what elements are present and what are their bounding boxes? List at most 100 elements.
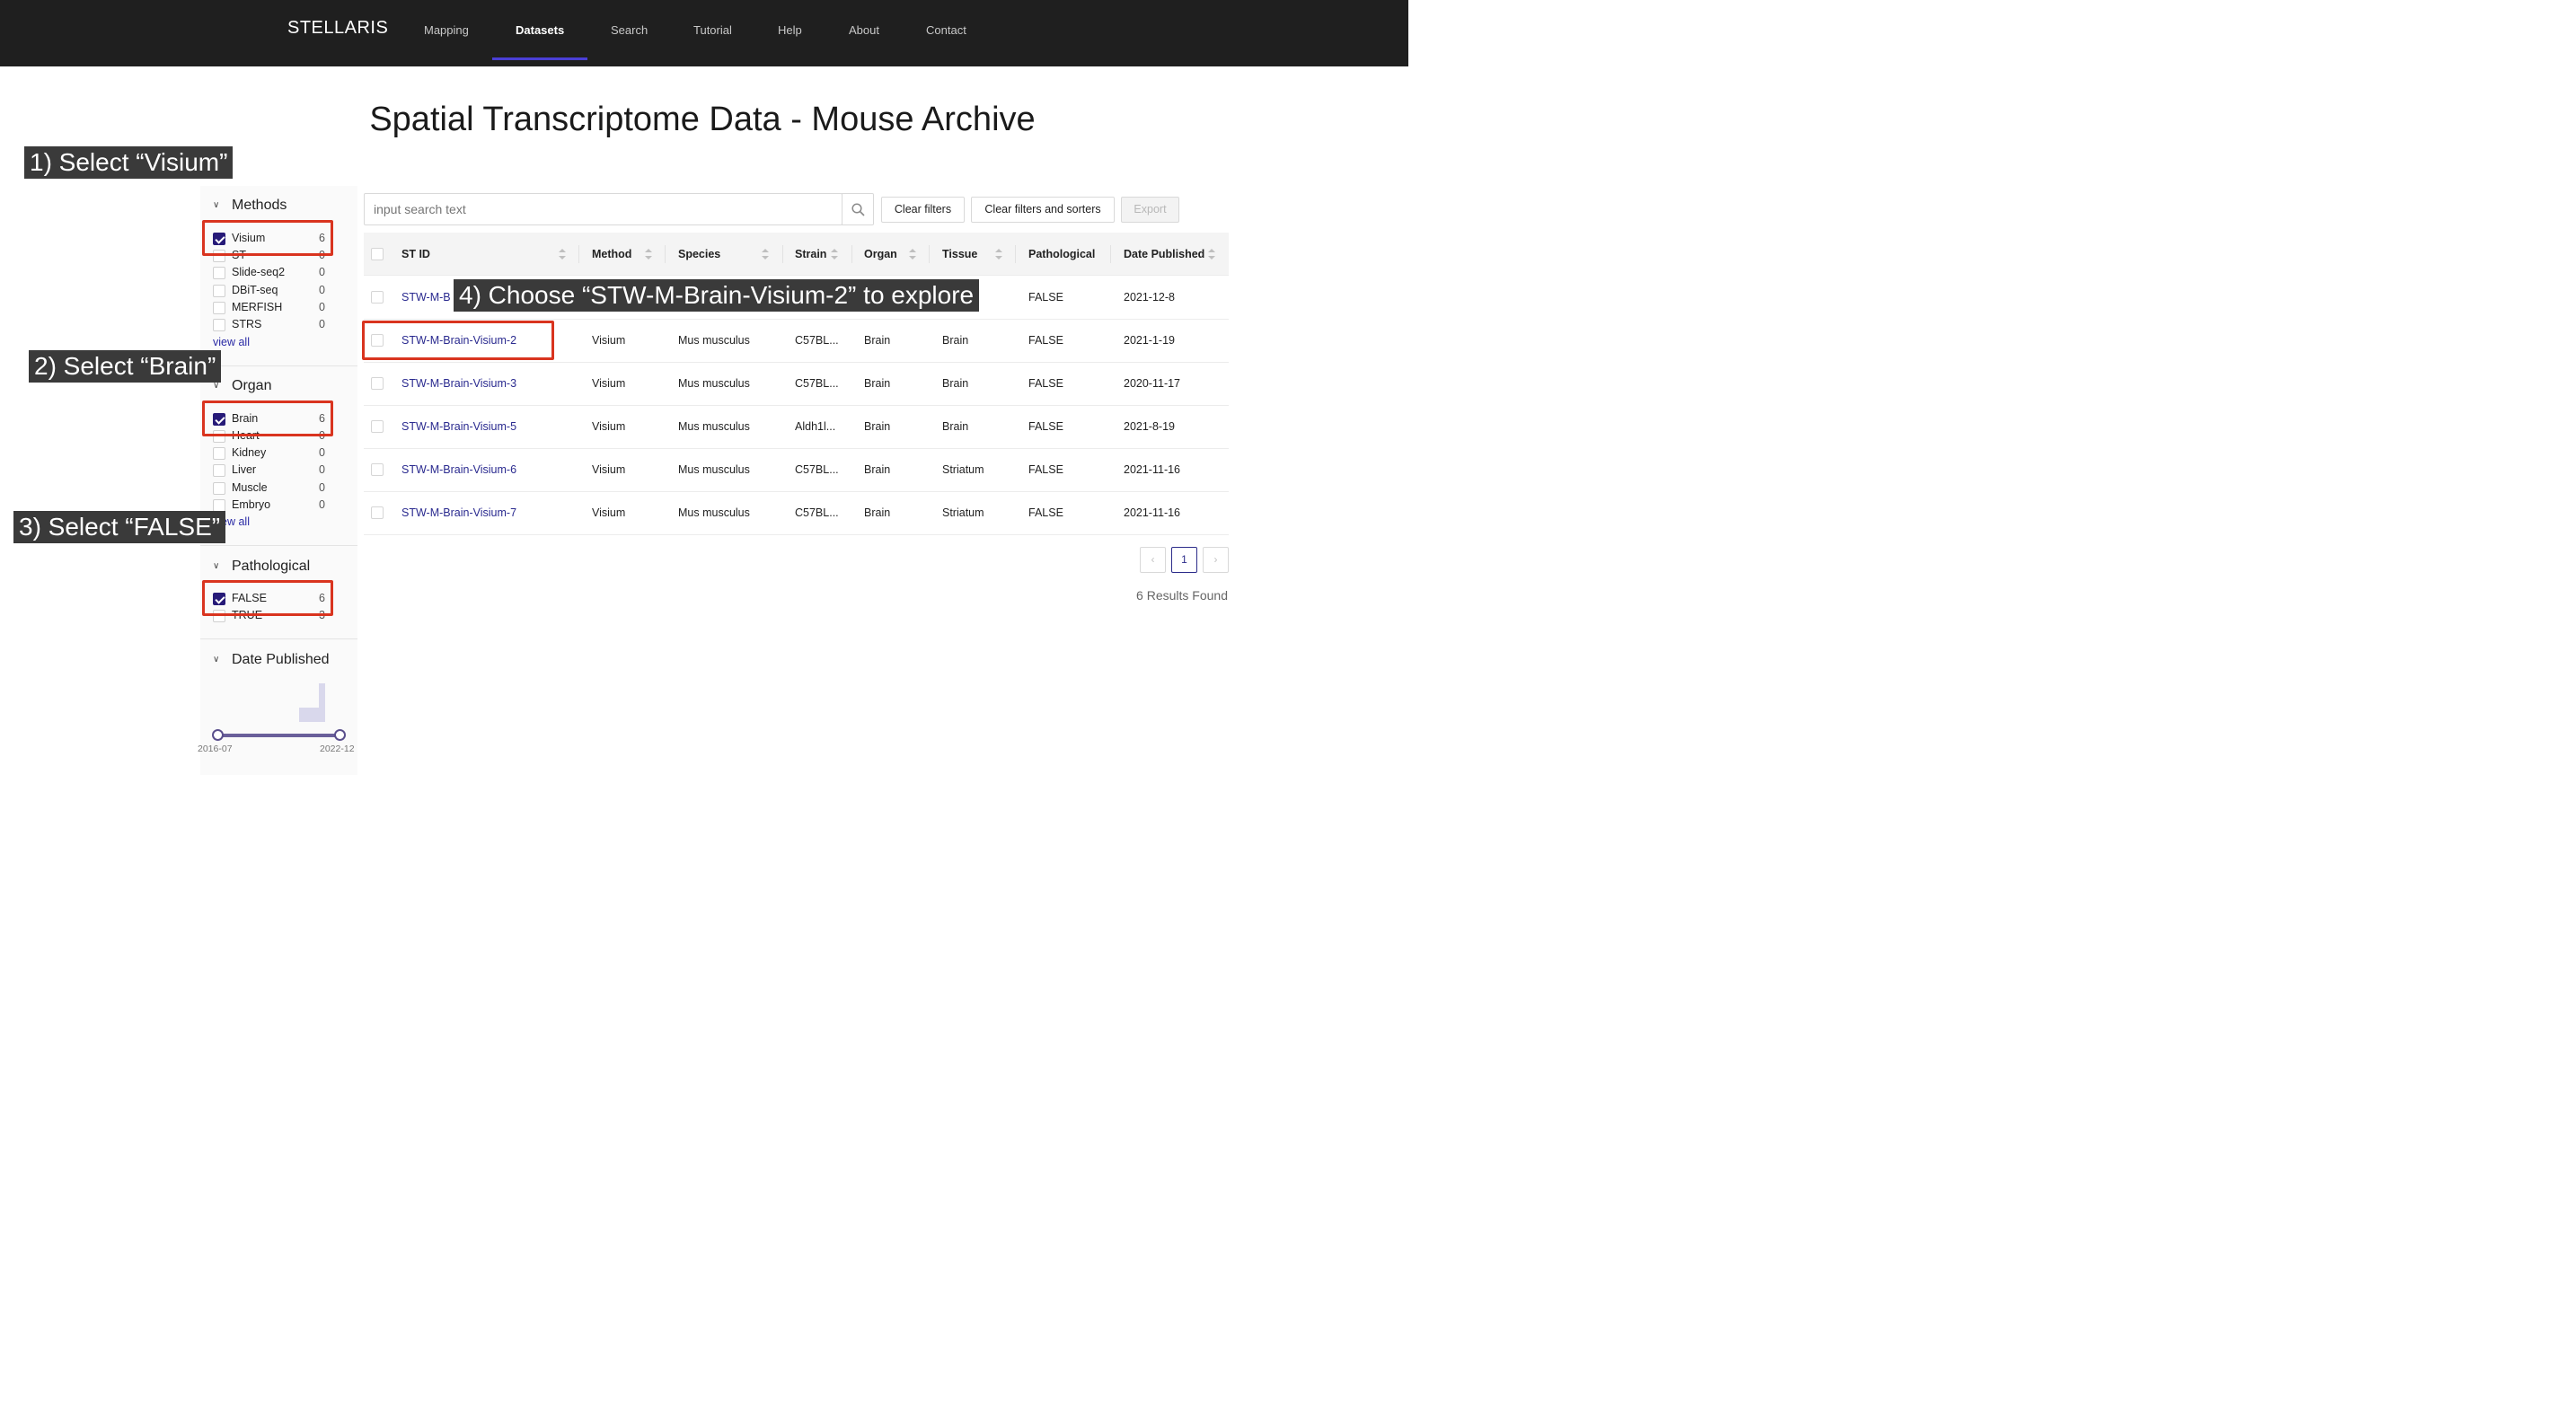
cell-pathological: FALSE	[1028, 420, 1063, 433]
date-slider-track[interactable]	[217, 734, 340, 737]
sort-icon[interactable]	[1208, 249, 1215, 260]
column-header-date-published[interactable]: Date Published	[1124, 248, 1204, 260]
date-slider-end-handle[interactable]	[334, 729, 346, 741]
pagination-prev-button[interactable]: ‹	[1140, 547, 1166, 573]
search-input[interactable]	[364, 193, 842, 225]
facet-organ-header[interactable]: ∨ Organ	[213, 378, 271, 394]
st-id-link[interactable]: STW-M-Brain-Visium-6	[401, 463, 516, 476]
divider	[200, 638, 357, 639]
nav-item-mapping[interactable]: Mapping	[424, 23, 469, 37]
cell-method: Visium	[592, 377, 626, 390]
column-separator	[578, 245, 579, 263]
checkbox[interactable]	[213, 464, 225, 477]
filter-label: Liver	[232, 463, 257, 476]
filter-option-kidney[interactable]: Kidney 0	[213, 445, 325, 462]
st-id-link[interactable]: STW-M-Brain-Visium-3	[401, 377, 516, 390]
row-divider	[364, 362, 1229, 363]
export-button[interactable]: Export	[1121, 197, 1179, 223]
cell-tissue: Striatum	[942, 506, 984, 519]
nav-item-help[interactable]: Help	[778, 23, 802, 37]
cell-strain: C57BL...	[795, 463, 839, 476]
clear-filters-button[interactable]: Clear filters	[881, 197, 965, 223]
filter-option-embryo[interactable]: Embryo 0	[213, 497, 325, 514]
checkbox[interactable]	[213, 499, 225, 512]
filter-option-merfish[interactable]: MERFISH 0	[213, 300, 325, 316]
divider	[200, 365, 357, 366]
filter-count: 0	[319, 301, 325, 313]
sort-icon[interactable]	[762, 249, 769, 260]
st-id-link[interactable]: STW-M-Brain-Visium-7	[401, 506, 516, 519]
st-id-link[interactable]: STW-M-Brain-Visium-5	[401, 420, 516, 433]
column-header-pathological[interactable]: Pathological	[1028, 248, 1095, 260]
column-header-organ[interactable]: Organ	[864, 248, 897, 260]
facet-methods-header[interactable]: ∨ Methods	[213, 198, 287, 214]
sort-icon[interactable]	[559, 249, 566, 260]
column-header-method[interactable]: Method	[592, 248, 631, 260]
checkbox[interactable]	[213, 267, 225, 279]
pagination-page-1[interactable]: 1	[1171, 547, 1197, 573]
select-all-checkbox[interactable]	[371, 248, 384, 260]
cell-method: Visium	[592, 506, 626, 519]
cell-method: Visium	[592, 334, 626, 347]
brand-logo[interactable]: STELLARIS	[287, 18, 388, 39]
sort-icon[interactable]	[909, 249, 916, 260]
date-histogram-bar	[319, 683, 325, 722]
column-header-strain[interactable]: Strain	[795, 248, 826, 260]
nav-item-tutorial[interactable]: Tutorial	[693, 23, 732, 37]
date-range-end-label: 2022-12	[320, 744, 355, 754]
filter-option-liver[interactable]: Liver 0	[213, 462, 325, 479]
nav-item-search[interactable]: Search	[611, 23, 648, 37]
filter-option-muscle[interactable]: Muscle 0	[213, 480, 325, 497]
cell-date: 2021-11-16	[1124, 463, 1181, 476]
search-button[interactable]	[842, 193, 874, 225]
cell-strain: Aldh1l...	[795, 420, 836, 433]
cell-species: Mus musculus	[678, 463, 750, 476]
cell-organ: Brain	[864, 334, 891, 347]
nav-item-contact[interactable]: Contact	[926, 23, 966, 37]
filter-option-strs[interactable]: STRS 0	[213, 317, 325, 333]
checkbox[interactable]	[213, 319, 225, 331]
st-id-link[interactable]: STW-M-B	[401, 291, 451, 304]
row-checkbox[interactable]	[371, 463, 384, 476]
filter-count: 0	[319, 463, 325, 476]
row-checkbox[interactable]	[371, 291, 384, 304]
filter-option-slide-seq2[interactable]: Slide-seq2 0	[213, 265, 325, 281]
filter-option-dbit-seq[interactable]: DBiT-seq 0	[213, 283, 325, 299]
sort-icon[interactable]	[645, 249, 652, 260]
column-header-species[interactable]: Species	[678, 248, 720, 260]
cell-species: Mus musculus	[678, 377, 750, 390]
row-checkbox[interactable]	[371, 377, 384, 390]
nav-item-about[interactable]: About	[849, 23, 879, 37]
cell-strain: C57BL...	[795, 506, 839, 519]
column-separator	[851, 245, 852, 263]
row-checkbox[interactable]	[371, 506, 384, 519]
row-divider	[364, 534, 1229, 535]
nav-item-datasets[interactable]: Datasets	[516, 23, 564, 37]
checkbox[interactable]	[213, 302, 225, 314]
facet-date-header[interactable]: ∨ Date Published	[213, 652, 330, 668]
cell-organ: Brain	[864, 463, 891, 476]
results-count: 6 Results Found	[1136, 588, 1228, 603]
filter-count: 0	[319, 446, 325, 459]
date-slider-start-handle[interactable]	[212, 729, 224, 741]
column-header-st-id[interactable]: ST ID	[401, 248, 430, 260]
cell-organ: Brain	[864, 506, 891, 519]
row-checkbox[interactable]	[371, 420, 384, 433]
checkbox[interactable]	[213, 447, 225, 460]
column-header-tissue[interactable]: Tissue	[942, 248, 977, 260]
cell-species: Mus musculus	[678, 506, 750, 519]
top-nav: STELLARIS Mapping Datasets Search Tutori…	[0, 0, 1408, 66]
clear-filters-sorters-button[interactable]: Clear filters and sorters	[971, 197, 1115, 223]
sort-icon[interactable]	[995, 249, 1002, 260]
facet-pathological-header[interactable]: ∨ Pathological	[213, 559, 310, 575]
highlight-box-visium-2	[362, 321, 554, 360]
methods-view-all-link[interactable]: view all	[213, 336, 250, 348]
checkbox[interactable]	[213, 285, 225, 297]
cell-pathological: FALSE	[1028, 463, 1063, 476]
highlight-box-visium	[202, 220, 333, 256]
cell-date: 2020-11-17	[1124, 377, 1181, 390]
pagination-next-button[interactable]: ›	[1203, 547, 1229, 573]
sort-icon[interactable]	[831, 249, 838, 260]
checkbox[interactable]	[213, 482, 225, 495]
row-divider	[364, 448, 1229, 449]
